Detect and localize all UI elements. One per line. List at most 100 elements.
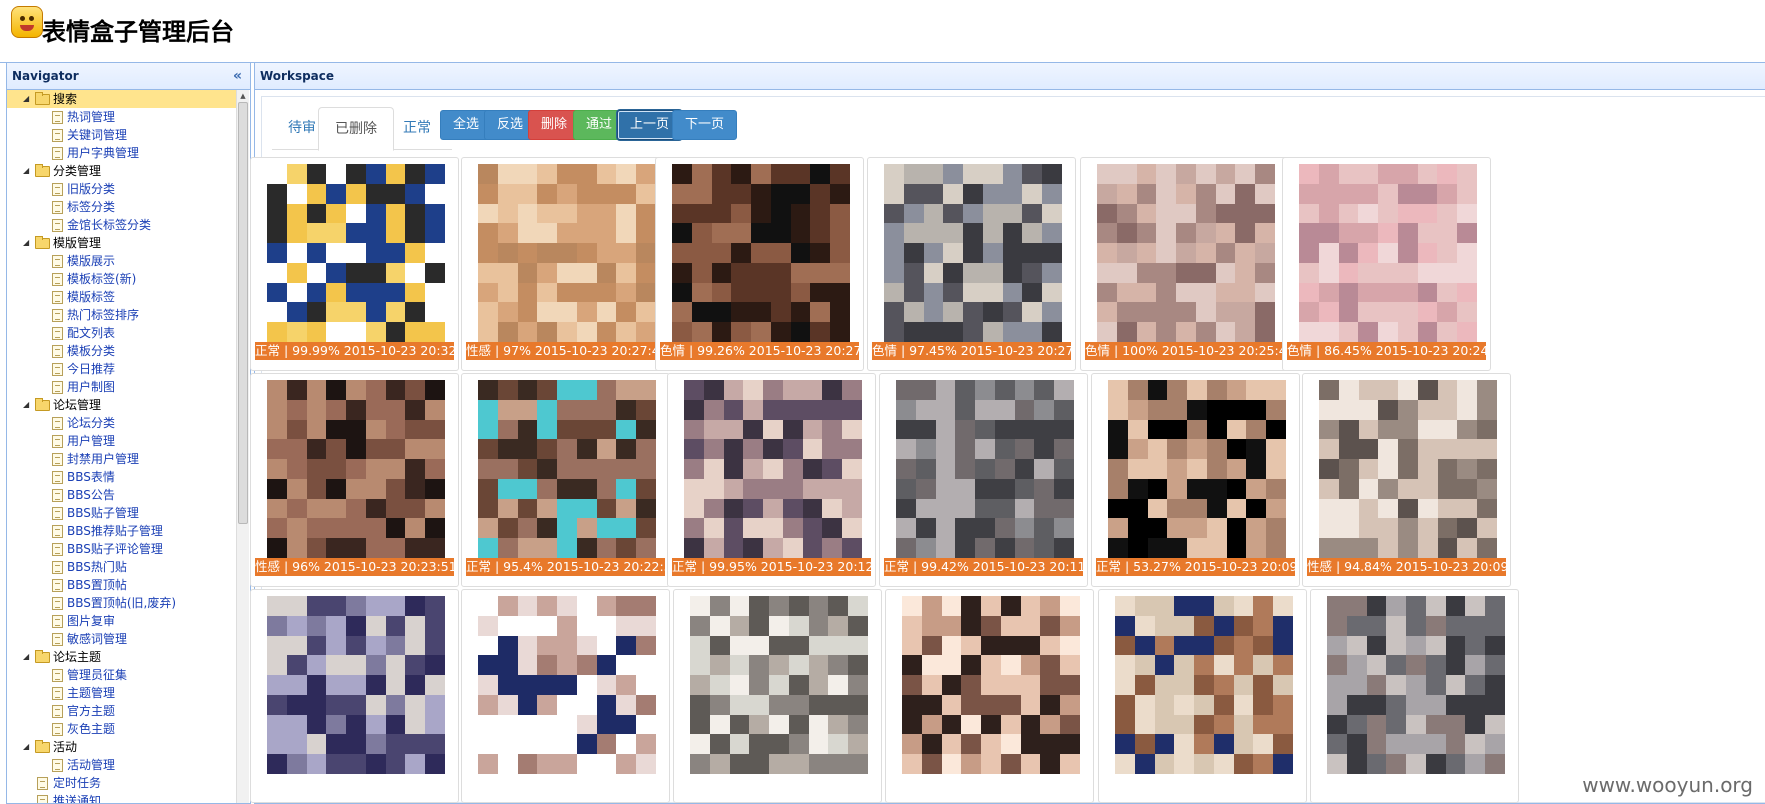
image-card[interactable]	[1310, 589, 1519, 803]
tree-item-label: 旧版分类	[67, 182, 116, 196]
tree-item[interactable]: 今日推荐	[7, 360, 237, 378]
expanded-arrow-icon[interactable]: ◢	[23, 396, 29, 414]
pixelated-image[interactable]	[902, 596, 1080, 774]
pixelated-image[interactable]	[267, 164, 445, 342]
tree-group[interactable]: ◢ 论坛主题	[7, 648, 237, 666]
tree-item[interactable]: 灰色主题	[7, 720, 237, 738]
tree-group[interactable]: ◢ 分类管理	[7, 162, 237, 180]
tree-group[interactable]: ◢ 活动	[7, 738, 237, 756]
expanded-arrow-icon[interactable]: ◢	[23, 90, 29, 108]
tree-item[interactable]: 标签分类	[7, 198, 237, 216]
tree-item[interactable]: 官方主题	[7, 702, 237, 720]
image-card[interactable]: 正常 | 99.99% 2015-10-23 20:32:06	[250, 157, 459, 371]
tree-item[interactable]: 定时任务	[7, 774, 237, 792]
watermark-text: www.wooyun.org	[1582, 773, 1753, 797]
pixelated-image[interactable]	[478, 164, 656, 342]
file-icon	[52, 417, 63, 430]
image-card[interactable]	[1098, 589, 1307, 803]
navigator-scrollbar[interactable]: ▲	[236, 90, 249, 803]
tree-item[interactable]: 用户字典管理	[7, 144, 237, 162]
tree-item[interactable]: 配文列表	[7, 324, 237, 342]
pixelated-image[interactable]	[1327, 596, 1505, 774]
tree-item[interactable]: 管理员征集	[7, 666, 237, 684]
image-caption: 正常 | 99.42% 2015-10-23 20:11:42	[884, 558, 1083, 576]
tree-item[interactable]: 热词管理	[7, 108, 237, 126]
tree-item[interactable]: BBS推荐贴子管理	[7, 522, 237, 540]
pixelated-image[interactable]	[1299, 164, 1477, 342]
pixelated-image[interactable]	[1108, 380, 1286, 558]
pixelated-image[interactable]	[1319, 380, 1497, 558]
tree-item[interactable]: 模版标签	[7, 288, 237, 306]
tree-item-label: BBS贴子评论管理	[67, 542, 163, 556]
tab-1[interactable]: 已删除	[318, 107, 394, 151]
expanded-arrow-icon[interactable]: ◢	[23, 234, 29, 252]
tree-item[interactable]: 活动管理	[7, 756, 237, 774]
image-card[interactable]	[673, 589, 882, 803]
tree-item[interactable]: 热门标签排序	[7, 306, 237, 324]
image-card[interactable]: 正常 | 99.42% 2015-10-23 20:11:42	[879, 373, 1088, 587]
image-card[interactable]: 性感 | 97% 2015-10-23 20:27:43	[461, 157, 670, 371]
image-card[interactable]: 色情 | 100% 2015-10-23 20:25:42	[1080, 157, 1289, 371]
tree-item[interactable]: 旧版分类	[7, 180, 237, 198]
folder-icon	[35, 398, 50, 411]
expanded-arrow-icon[interactable]: ◢	[23, 162, 29, 180]
tree-item[interactable]: 金馆长标签分类	[7, 216, 237, 234]
image-card[interactable]: 正常 | 99.95% 2015-10-23 20:12:07	[667, 373, 876, 587]
tree-item[interactable]: 主题管理	[7, 684, 237, 702]
pixelated-image[interactable]	[684, 380, 862, 558]
pixelated-image[interactable]	[478, 596, 656, 774]
tree-group[interactable]: ◢ 论坛管理	[7, 396, 237, 414]
image-card[interactable]: 性感 | 94.84% 2015-10-23 20:09:09	[1302, 373, 1511, 587]
tree-item-label: BBS热门贴	[67, 560, 127, 574]
tree-item[interactable]: 论坛分类	[7, 414, 237, 432]
tree-item[interactable]: 敏感词管理	[7, 630, 237, 648]
tree-item[interactable]: BBS表情	[7, 468, 237, 486]
tree-item[interactable]: BBS热门贴	[7, 558, 237, 576]
tree-item[interactable]: 推送通知	[7, 792, 237, 803]
scrollbar-thumb[interactable]	[238, 102, 248, 524]
pixelated-image[interactable]	[267, 596, 445, 774]
pixelated-image[interactable]	[690, 596, 868, 774]
tree-item-label: 标签分类	[67, 200, 116, 214]
tree-item[interactable]: 关键词管理	[7, 126, 237, 144]
tree-item[interactable]: 模板标签(新)	[7, 270, 237, 288]
next-page-button[interactable]: 下一页	[672, 110, 738, 140]
pixelated-image[interactable]	[478, 380, 656, 558]
image-card[interactable]: 正常 | 95.4% 2015-10-23 20:22:33	[461, 373, 670, 587]
tree-item-label: BBS表情	[67, 470, 115, 484]
pixelated-image[interactable]	[672, 164, 850, 342]
tree-group[interactable]: ◢ 搜索	[7, 90, 237, 108]
tree-item[interactable]: 图片复审	[7, 612, 237, 630]
tree-item[interactable]: BBS置顶帖	[7, 576, 237, 594]
tree-item[interactable]: BBS置顶帖(旧,废弃)	[7, 594, 237, 612]
image-card[interactable]	[885, 589, 1094, 803]
pixelated-image[interactable]	[1115, 596, 1293, 774]
collapse-double-chevron-icon[interactable]: «	[233, 63, 242, 89]
tab-2[interactable]: 正常	[387, 107, 447, 149]
pixelated-image[interactable]	[884, 164, 1062, 342]
image-card[interactable]: 色情 | 97.45% 2015-10-23 20:27:24	[867, 157, 1076, 371]
image-card[interactable]: 性感 | 96% 2015-10-23 20:23:51	[250, 373, 459, 587]
expanded-arrow-icon[interactable]: ◢	[23, 738, 29, 756]
tree-item[interactable]: 封禁用户管理	[7, 450, 237, 468]
image-card[interactable]: 正常 | 53.27% 2015-10-23 20:09:09	[1091, 373, 1300, 587]
image-card[interactable]: 色情 | 86.45% 2015-10-23 20:24:03	[1282, 157, 1491, 371]
expanded-arrow-icon[interactable]: ◢	[23, 648, 29, 666]
tree-item[interactable]: 用户制图	[7, 378, 237, 396]
image-card[interactable]: 色情 | 99.26% 2015-10-23 20:27:43	[655, 157, 864, 371]
pixelated-image[interactable]	[896, 380, 1074, 558]
tree-item[interactable]: 模板分类	[7, 342, 237, 360]
image-card[interactable]	[250, 589, 459, 803]
tree-item[interactable]: BBS公告	[7, 486, 237, 504]
tree-group[interactable]: ◢ 模版管理	[7, 234, 237, 252]
tree-item[interactable]: BBS贴子评论管理	[7, 540, 237, 558]
tree-item[interactable]: 模版展示	[7, 252, 237, 270]
tree-item[interactable]: 用户管理	[7, 432, 237, 450]
scroll-up-arrow-icon[interactable]: ▲	[237, 90, 249, 102]
pixelated-image[interactable]	[1097, 164, 1275, 342]
tree-item[interactable]: BBS贴子管理	[7, 504, 237, 522]
image-card[interactable]	[461, 589, 670, 803]
pixelated-image[interactable]	[267, 380, 445, 558]
file-icon	[52, 147, 63, 160]
file-icon	[52, 669, 63, 682]
